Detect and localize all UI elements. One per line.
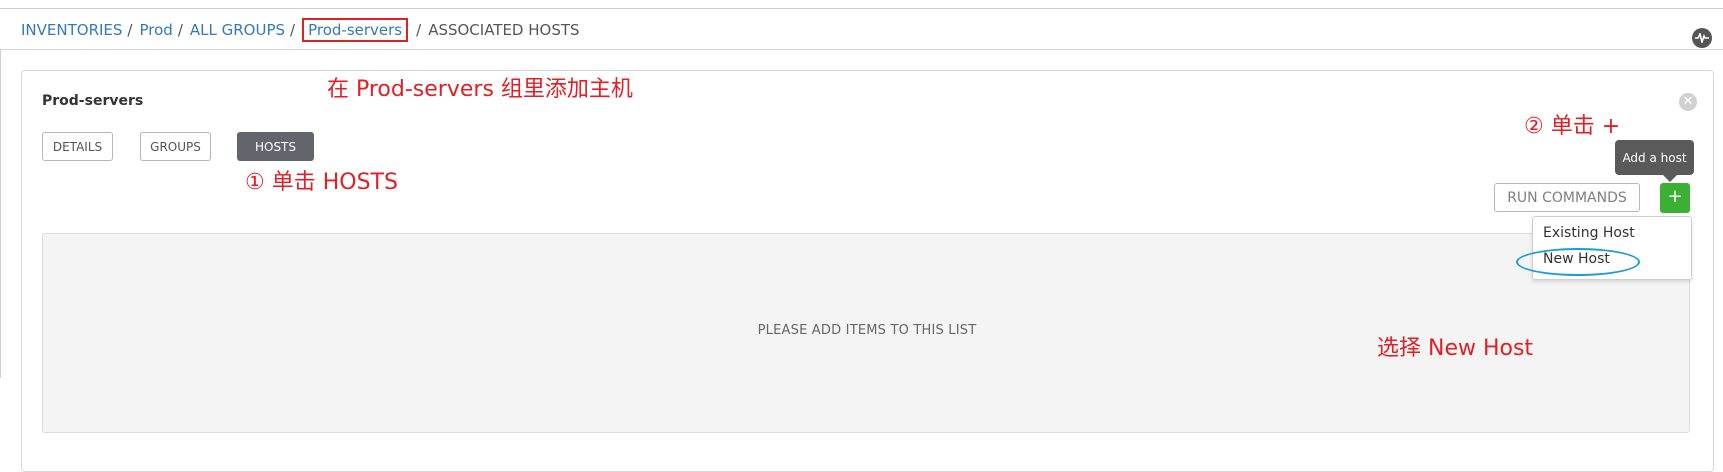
tab-groups[interactable]: GROUPS — [140, 132, 211, 161]
add-dropdown-menu: Existing Host New Host — [1532, 216, 1692, 280]
annotation-step2: ② 单击 + — [1524, 114, 1621, 139]
annotation-step1: ① 单击 HOSTS — [245, 170, 398, 195]
group-panel: Prod-servers ✕ DETAILS GROUPS HOSTS Add … — [21, 70, 1714, 472]
window-left-border — [0, 8, 1, 378]
breadcrumb-all-groups[interactable]: ALL GROUPS — [190, 21, 285, 39]
close-icon[interactable]: ✕ — [1679, 93, 1697, 111]
tab-hosts[interactable]: HOSTS — [237, 132, 314, 161]
breadcrumb-prod-servers[interactable]: Prod-servers — [302, 18, 409, 42]
breadcrumb-separator: / — [177, 21, 183, 39]
tooltip-arrow — [1663, 175, 1677, 182]
menu-item-existing-host[interactable]: Existing Host — [1543, 225, 1635, 241]
add-host-tooltip: Add a host — [1615, 140, 1694, 175]
activity-stream-icon[interactable] — [1692, 28, 1712, 48]
pulse-icon — [1695, 33, 1709, 43]
breadcrumb-bar: INVENTORIES / Prod / ALL GROUPS / Prod-servers… — [0, 9, 1723, 50]
panel-title: Prod-servers — [42, 93, 144, 109]
breadcrumb-separator: / — [416, 21, 422, 39]
tab-details[interactable]: DETAILS — [42, 132, 113, 161]
run-commands-button[interactable]: RUN COMMANDS — [1494, 183, 1640, 212]
annotation-choose: 选择 New Host — [1377, 336, 1534, 361]
breadcrumb-current: ASSOCIATED HOSTS — [428, 21, 580, 39]
breadcrumb-separator: / — [127, 21, 133, 39]
breadcrumb-prod[interactable]: Prod — [139, 21, 172, 39]
breadcrumb-separator: / — [290, 21, 296, 39]
annotation-group-note: 在 Prod-servers 组里添加主机 — [327, 77, 633, 102]
breadcrumb: INVENTORIES / Prod / ALL GROUPS / Prod-servers… — [21, 18, 580, 42]
add-button[interactable]: + — [1660, 183, 1690, 213]
menu-item-new-host[interactable]: New Host — [1543, 251, 1610, 267]
breadcrumb-inventories[interactable]: INVENTORIES — [21, 21, 122, 39]
